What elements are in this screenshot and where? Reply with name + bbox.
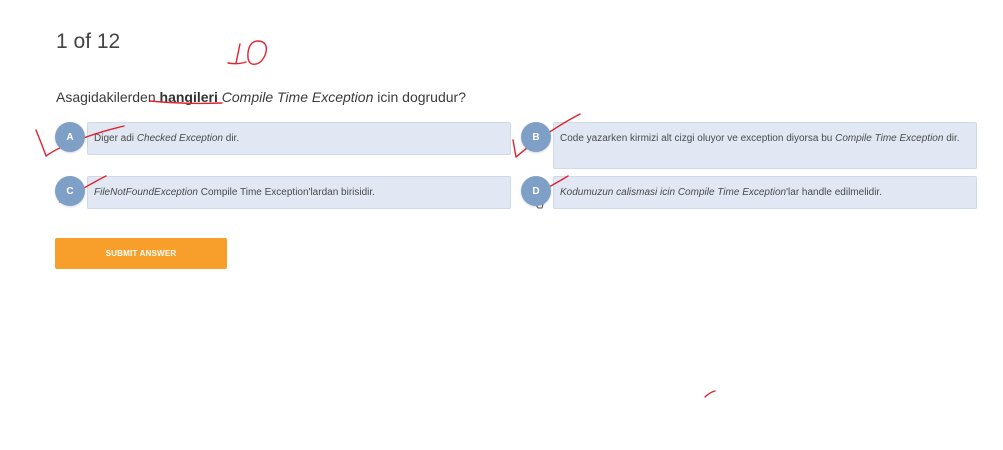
option-text-italic: FileNotFoundException: [94, 187, 198, 198]
handwritten-annotations: [35, 40, 716, 398]
option-text-italic: Kodumuzun calismasi icin Compile Time Ex…: [560, 187, 787, 198]
submit-answer-button[interactable]: SUBMIT ANSWER: [55, 238, 227, 269]
option-text-box[interactable]: FileNotFoundException Compile Time Excep…: [87, 176, 511, 209]
option-text: Code yazarken kirmizi alt cizgi oluyor v…: [560, 133, 836, 144]
option-text: Diger adi: [94, 133, 137, 144]
question-italic: Compile Time Exception: [221, 89, 374, 105]
option-letter-badge[interactable]: C: [55, 176, 85, 206]
question-suffix: icin dogrudur?: [373, 89, 466, 105]
option-text-italic: Compile Time Exception: [835, 133, 944, 144]
option-text: dir.: [222, 133, 240, 144]
option-text-box[interactable]: Diger adi Checked Exception dir.: [87, 122, 511, 155]
option-letter-badge[interactable]: D: [521, 176, 551, 206]
handwritten-score-zero: [247, 40, 268, 65]
quiz-page: 1 of 12 Asagidakilerden hangileri Compil…: [0, 0, 1003, 450]
option-text-italic: Checked Exception: [136, 133, 223, 144]
question-prefix: Asagidakilerden: [56, 89, 160, 105]
handwritten-score-underline: [227, 61, 247, 65]
option-letter-badge[interactable]: A: [55, 122, 85, 152]
option-text: Compile Time Exception'lardan birisidir.: [197, 187, 375, 198]
option-text: 'lar handle edilmelidir.: [786, 187, 882, 198]
stray-mark: [704, 390, 716, 398]
handwritten-score-one: [235, 43, 241, 64]
question-text: Asagidakilerden hangileri Compile Time E…: [56, 89, 466, 105]
option-text: dir.: [943, 133, 960, 144]
question-bold: hangileri: [159, 89, 218, 105]
question-counter: 1 of 12: [56, 30, 121, 53]
option-text-box[interactable]: Kodumuzun calismasi icin Compile Time Ex…: [553, 176, 977, 209]
option-letter-badge[interactable]: B: [521, 122, 551, 152]
option-text-box[interactable]: Code yazarken kirmizi alt cizgi oluyor v…: [553, 122, 977, 169]
